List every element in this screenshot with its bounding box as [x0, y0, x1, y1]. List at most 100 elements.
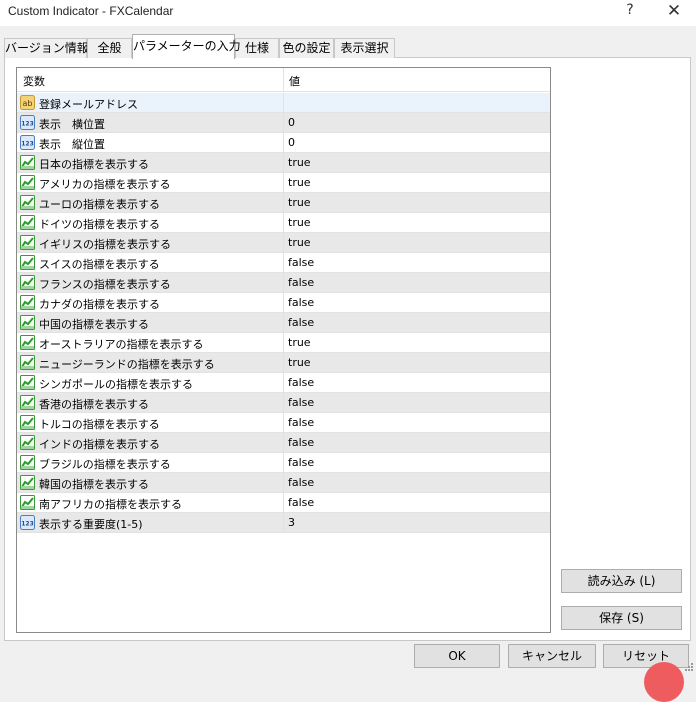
parameter-name: フランスの指標を表示する — [39, 278, 171, 291]
ok-button[interactable]: OK — [414, 644, 500, 668]
resize-grip-icon[interactable] — [682, 662, 694, 674]
parameter-row[interactable]: フランスの指標を表示する false — [17, 273, 550, 293]
load-button[interactable]: 読み込み (L) — [561, 569, 682, 593]
tab-specification[interactable]: 仕様 — [235, 38, 279, 58]
parameter-value[interactable]: false — [288, 296, 314, 309]
cell-divider — [283, 513, 284, 533]
parameter-row[interactable]: ab 登録メールアドレス — [17, 93, 550, 113]
parameter-value[interactable]: true — [288, 236, 311, 249]
parameter-name: ドイツの指標を表示する — [39, 218, 160, 231]
cell-divider — [283, 353, 284, 373]
parameter-name: シンガポールの指標を表示する — [39, 378, 193, 391]
integer-123-icon: 123 — [20, 115, 35, 130]
column-divider[interactable] — [283, 68, 284, 92]
cell-divider — [283, 493, 284, 513]
boolean-chart-icon — [20, 475, 35, 490]
parameter-row[interactable]: トルコの指標を表示する false — [17, 413, 550, 433]
parameter-row[interactable]: オーストラリアの指標を表示する true — [17, 333, 550, 353]
cursor-highlight — [644, 662, 684, 702]
title-bar: Custom Indicator - FXCalendar ? ✕ — [0, 0, 696, 26]
cell-divider — [283, 273, 284, 293]
tab-version-info[interactable]: バージョン情報 — [4, 38, 89, 58]
boolean-chart-icon — [20, 175, 35, 190]
boolean-chart-icon — [20, 395, 35, 410]
parameter-row[interactable]: インドの指標を表示する false — [17, 433, 550, 453]
grid-header: 変数 値 — [17, 68, 550, 92]
parameter-name: アメリカの指標を表示する — [39, 178, 171, 191]
cell-divider — [283, 133, 284, 153]
integer-123-icon: 123 — [20, 135, 35, 150]
parameter-value[interactable]: false — [288, 256, 314, 269]
parameter-value[interactable]: 3 — [288, 516, 295, 529]
cancel-button[interactable]: キャンセル — [508, 644, 596, 668]
parameter-row[interactable]: 南アフリカの指標を表示する false — [17, 493, 550, 513]
svg-text:123: 123 — [21, 121, 34, 128]
parameter-name: ニュージーランドの指標を表示する — [39, 358, 215, 371]
tab-parameters[interactable]: パラメーターの入力 — [132, 34, 241, 59]
save-button[interactable]: 保存 (S) — [561, 606, 682, 630]
parameter-value[interactable]: false — [288, 276, 314, 289]
cell-divider — [283, 93, 284, 113]
parameter-row[interactable]: 123 表示 縦位置 0 — [17, 133, 550, 153]
boolean-chart-icon — [20, 155, 35, 170]
parameter-value[interactable]: false — [288, 436, 314, 449]
parameter-value[interactable]: true — [288, 156, 311, 169]
parameter-name: 日本の指標を表示する — [39, 158, 149, 171]
parameter-name: トルコの指標を表示する — [39, 418, 160, 431]
cell-divider — [283, 213, 284, 233]
parameter-row[interactable]: カナダの指標を表示する false — [17, 293, 550, 313]
cell-divider — [283, 433, 284, 453]
column-header-value[interactable]: 値 — [289, 73, 300, 89]
parameter-name: インドの指標を表示する — [39, 438, 160, 451]
parameter-value[interactable]: 0 — [288, 116, 295, 129]
parameter-value[interactable]: true — [288, 356, 311, 369]
parameter-row[interactable]: 日本の指標を表示する true — [17, 153, 550, 173]
parameter-name: 中国の指標を表示する — [39, 318, 149, 331]
parameter-value[interactable]: false — [288, 456, 314, 469]
column-header-variable[interactable]: 変数 — [23, 73, 45, 89]
window-title: Custom Indicator - FXCalendar — [8, 4, 174, 18]
parameter-value[interactable]: true — [288, 336, 311, 349]
parameter-name: 表示 横位置 — [39, 118, 105, 131]
parameter-row[interactable]: 香港の指標を表示する false — [17, 393, 550, 413]
boolean-chart-icon — [20, 275, 35, 290]
parameter-value[interactable]: false — [288, 396, 314, 409]
parameter-value[interactable]: false — [288, 416, 314, 429]
parameter-row[interactable]: 123 表示する重要度(1-5) 3 — [17, 513, 550, 533]
parameter-value[interactable]: true — [288, 176, 311, 189]
parameter-name: 香港の指標を表示する — [39, 398, 149, 411]
cell-divider — [283, 313, 284, 333]
tab-display-selection[interactable]: 表示選択 — [334, 38, 395, 58]
parameter-value[interactable]: false — [288, 476, 314, 489]
parameter-row[interactable]: シンガポールの指標を表示する false — [17, 373, 550, 393]
parameter-row[interactable]: ブラジルの指標を表示する false — [17, 453, 550, 473]
cell-divider — [283, 113, 284, 133]
parameter-row[interactable]: イギリスの指標を表示する true — [17, 233, 550, 253]
parameter-value[interactable]: 0 — [288, 136, 295, 149]
help-button[interactable]: ? — [622, 2, 638, 22]
tab-color-settings[interactable]: 色の設定 — [279, 38, 334, 58]
parameter-name: 南アフリカの指標を表示する — [39, 498, 182, 511]
boolean-chart-icon — [20, 495, 35, 510]
reset-button[interactable]: リセット — [603, 644, 689, 668]
parameter-row[interactable]: ニュージーランドの指標を表示する true — [17, 353, 550, 373]
parameter-row[interactable]: ドイツの指標を表示する true — [17, 213, 550, 233]
parameter-value[interactable]: false — [288, 376, 314, 389]
close-button[interactable]: ✕ — [664, 1, 684, 23]
parameter-value[interactable]: true — [288, 216, 311, 229]
boolean-chart-icon — [20, 435, 35, 450]
parameter-row[interactable]: 韓国の指標を表示する false — [17, 473, 550, 493]
parameter-row[interactable]: 123 表示 横位置 0 — [17, 113, 550, 133]
parameter-value[interactable]: true — [288, 196, 311, 209]
parameter-row[interactable]: アメリカの指標を表示する true — [17, 173, 550, 193]
parameter-name: 表示 縦位置 — [39, 138, 105, 151]
parameter-row[interactable]: ユーロの指標を表示する true — [17, 193, 550, 213]
parameter-row[interactable]: 中国の指標を表示する false — [17, 313, 550, 333]
cell-divider — [283, 413, 284, 433]
tab-general[interactable]: 全般 — [87, 38, 132, 58]
parameter-row[interactable]: スイスの指標を表示する false — [17, 253, 550, 273]
parameter-value[interactable]: false — [288, 496, 314, 509]
parameter-value[interactable]: false — [288, 316, 314, 329]
boolean-chart-icon — [20, 335, 35, 350]
boolean-chart-icon — [20, 315, 35, 330]
